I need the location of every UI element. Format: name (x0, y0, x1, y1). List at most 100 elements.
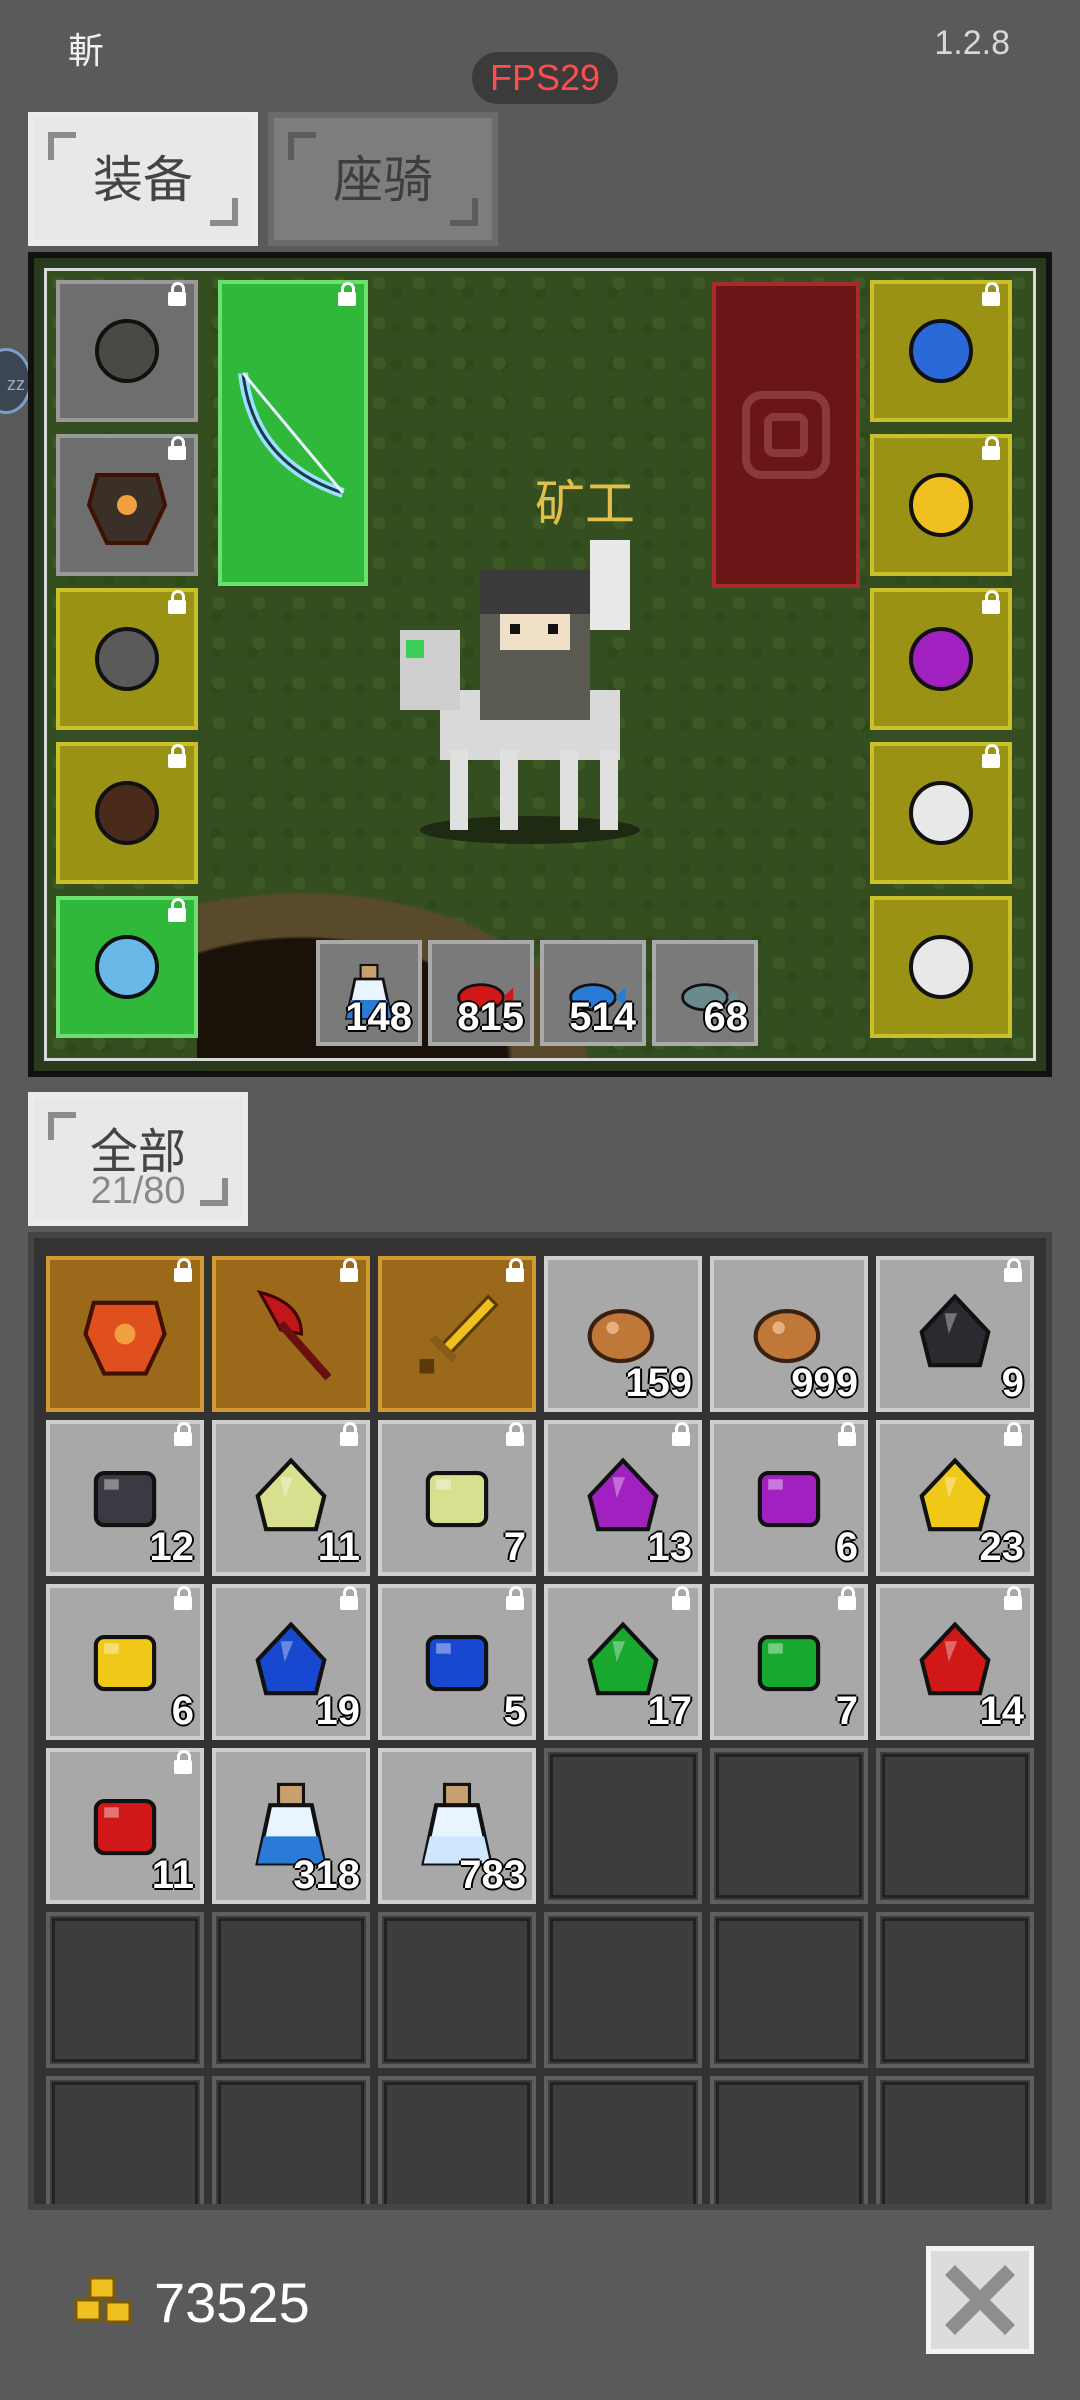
inventory-slot[interactable]: 11 (212, 1420, 370, 1576)
lock-icon (174, 1750, 192, 1774)
amethyst-ring-icon (909, 627, 973, 691)
equip-slot-left-5[interactable] (56, 896, 198, 1038)
inventory-capacity: 21/80 (90, 1170, 186, 1212)
close-button[interactable] (926, 2246, 1034, 2354)
lock-icon (506, 1422, 524, 1446)
inventory-slot[interactable] (212, 1256, 370, 1412)
lock-icon (1004, 1258, 1022, 1282)
inventory-slot[interactable]: 11 (46, 1748, 204, 1904)
equip-slot-left-1[interactable] (56, 280, 198, 422)
inventory-slot-empty[interactable] (46, 2076, 204, 2204)
quickbar-slot-4[interactable]: 68 (652, 940, 758, 1046)
tab-mount[interactable]: 座骑 (268, 112, 498, 246)
quickbar-slot-1[interactable]: 148 (316, 940, 422, 1046)
equip-slot-right-1[interactable] (870, 280, 1012, 422)
inventory-slot[interactable]: 783 (378, 1748, 536, 1904)
equip-slot-right-5[interactable] (870, 896, 1012, 1038)
tab-equipment[interactable]: 装备 (28, 112, 258, 246)
empty-offhand-icon (742, 391, 830, 479)
item-count: 13 (647, 1525, 693, 1569)
dark-armor-icon (86, 473, 168, 545)
inventory-slot[interactable]: 318 (212, 1748, 370, 1904)
item-count: 7 (835, 1689, 858, 1733)
horned-helmet-icon (95, 319, 159, 383)
dark-gem-icon (919, 1293, 991, 1368)
inventory-slot[interactable]: 19 (212, 1584, 370, 1740)
quickbar-slot-2[interactable]: 815 (428, 940, 534, 1046)
inventory-slot-empty[interactable] (710, 1912, 868, 2068)
bow-icon (238, 372, 345, 498)
equip-slot-left-3[interactable] (56, 588, 198, 730)
boots-icon (95, 781, 159, 845)
equip-slot-right-2[interactable] (870, 434, 1012, 576)
lock-icon (506, 1258, 524, 1282)
inventory-slot[interactable]: 9 (876, 1256, 1034, 1412)
purple-cube-icon (757, 1470, 821, 1528)
inventory-slot[interactable]: 17 (544, 1584, 702, 1740)
inventory-slot[interactable]: 7 (710, 1584, 868, 1740)
blue-cube-icon (425, 1634, 489, 1692)
inventory-slot-empty[interactable] (212, 1912, 370, 2068)
inventory-slot-empty[interactable] (378, 2076, 536, 2204)
gold-ring-icon (909, 473, 973, 537)
inventory-slot[interactable]: 6 (46, 1584, 204, 1740)
quickbar-count: 514 (569, 995, 636, 1039)
equip-slot-left-4[interactable] (56, 742, 198, 884)
lock-icon (1004, 1586, 1022, 1610)
inventory-slot-empty[interactable] (378, 1912, 536, 2068)
belt-icon (95, 935, 159, 999)
green-cube-icon (757, 1634, 821, 1692)
item-count: 23 (979, 1525, 1025, 1569)
quickbar-count: 815 (457, 995, 524, 1039)
inventory-slot[interactable] (46, 1256, 204, 1412)
equip-slot-left-2[interactable] (56, 434, 198, 576)
inventory-slot-empty[interactable] (544, 1748, 702, 1904)
inventory-slot[interactable] (378, 1256, 536, 1412)
quickbar-count: 68 (703, 995, 749, 1039)
item-count: 159 (625, 1361, 692, 1405)
inventory-slot-empty[interactable] (212, 2076, 370, 2204)
lock-icon (1004, 1422, 1022, 1446)
inventory-slot-empty[interactable] (544, 1912, 702, 2068)
inventory-slot-empty[interactable] (876, 1912, 1034, 2068)
inventory-slot-empty[interactable] (710, 1748, 868, 1904)
inventory-slot[interactable]: 13 (544, 1420, 702, 1576)
weapon-slot[interactable] (218, 280, 368, 586)
item-count: 9 (1001, 1361, 1024, 1405)
lock-icon (340, 1422, 358, 1446)
inventory-slot[interactable]: 14 (876, 1584, 1034, 1740)
inventory-slot-empty[interactable] (876, 1748, 1034, 1904)
inventory-slot[interactable]: 23 (876, 1420, 1034, 1576)
filter-tab-all[interactable]: 全部 21/80 (28, 1092, 248, 1226)
inventory-slot-empty[interactable] (544, 2076, 702, 2204)
quickbar-slot-3[interactable]: 514 (540, 940, 646, 1046)
lock-icon (672, 1422, 690, 1446)
item-count: 14 (979, 1689, 1025, 1733)
inventory-slot-empty[interactable] (876, 2076, 1034, 2204)
fire-armor-icon (83, 1300, 167, 1376)
lock-icon (174, 1586, 192, 1610)
inventory-slot[interactable]: 7 (378, 1420, 536, 1576)
quickbar-count: 148 (345, 995, 412, 1039)
inventory-slot[interactable]: 999 (710, 1256, 868, 1412)
item-count: 318 (293, 1853, 360, 1897)
inventory-slot-empty[interactable] (710, 2076, 868, 2204)
lock-icon (340, 1586, 358, 1610)
equip-slot-right-4[interactable] (870, 742, 1012, 884)
inventory-slot[interactable]: 5 (378, 1584, 536, 1740)
yellow-cube-icon (93, 1634, 157, 1692)
gauntlet-icon (95, 627, 159, 691)
item-count: 6 (171, 1689, 194, 1733)
inventory-slot[interactable]: 12 (46, 1420, 204, 1576)
skull-mount-icon (909, 935, 973, 999)
equip-slot-right-3[interactable] (870, 588, 1012, 730)
item-count: 12 (149, 1525, 195, 1569)
lock-icon (506, 1586, 524, 1610)
version-label: 1.2.8 (934, 24, 1010, 62)
inventory-slot-empty[interactable] (46, 1912, 204, 2068)
lock-icon (340, 1258, 358, 1282)
offhand-slot[interactable] (712, 282, 860, 588)
inventory-slot[interactable]: 6 (710, 1420, 868, 1576)
inventory-slot[interactable]: 159 (544, 1256, 702, 1412)
character-name: 矿工 (535, 475, 635, 533)
